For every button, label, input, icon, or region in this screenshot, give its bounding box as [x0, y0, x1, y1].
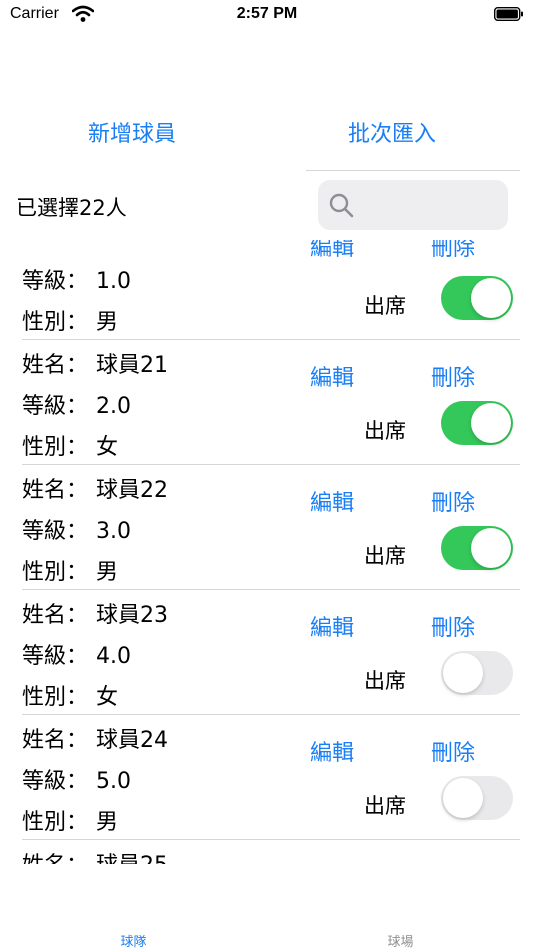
gender-label: 性別： — [22, 685, 89, 710]
player-gender: 性別： 女 — [22, 679, 118, 711]
status-time: 2:57 PM — [236, 5, 298, 22]
gender-value: 男 — [96, 310, 119, 335]
edit-button[interactable]: 編輯 — [310, 485, 354, 517]
toggle-knob — [471, 528, 511, 568]
status-bar: Carrier 2:57 PM — [0, 0, 534, 30]
delete-button[interactable]: 刪除 — [431, 240, 475, 262]
battery-icon — [494, 7, 523, 21]
attendance-toggle[interactable] — [441, 651, 513, 695]
toggle-knob — [443, 778, 483, 818]
gender-label: 性別： — [22, 810, 89, 835]
edit-button[interactable]: 編輯 — [310, 860, 354, 864]
level-value: 3.0 — [96, 519, 132, 544]
player-row: 姓名： 球員24 等級： 5.0 性別： 男 編輯 刪除 出席 — [0, 715, 534, 840]
player-row: 姓名： 球員25 編輯 刪除 — [0, 840, 534, 864]
player-level: 等級： 5.0 — [22, 763, 131, 795]
gender-value: 女 — [96, 685, 119, 710]
attendance-label: 出席 — [364, 794, 406, 818]
name-label: 姓名： — [22, 478, 89, 503]
player-gender: 性別： 男 — [22, 804, 118, 836]
level-value: 5.0 — [96, 769, 132, 794]
player-name: 姓名： 球員23 — [22, 597, 168, 629]
edit-button[interactable]: 編輯 — [310, 610, 354, 642]
attendance-toggle[interactable] — [441, 276, 513, 320]
player-level: 等級： 4.0 — [22, 638, 131, 670]
search-icon — [329, 193, 354, 218]
name-label: 姓名： — [22, 603, 89, 628]
delete-button[interactable]: 刪除 — [431, 735, 475, 767]
name-label: 姓名： — [22, 353, 89, 378]
player-name: 姓名： 球員22 — [22, 472, 168, 504]
name-value: 球員22 — [96, 478, 169, 503]
attendance-toggle[interactable] — [441, 401, 513, 445]
player-gender: 性別： 男 — [22, 304, 118, 336]
edit-button[interactable]: 編輯 — [310, 360, 354, 392]
divider — [306, 170, 520, 171]
tab-court[interactable]: 球場 — [267, 900, 534, 950]
player-row: 姓名： 球員23 等級： 4.0 性別： 女 編輯 刪除 出席 — [0, 590, 534, 715]
level-label: 等級： — [22, 394, 89, 419]
attendance-toggle[interactable] — [441, 776, 513, 820]
level-value: 4.0 — [96, 644, 132, 669]
player-row: 編輯 刪除 等級： 1.0 性別： 男 出席 — [0, 240, 534, 340]
batch-import-button[interactable]: 批次匯入 — [348, 116, 436, 148]
attendance-toggle[interactable] — [441, 526, 513, 570]
search-input[interactable] — [362, 180, 506, 232]
gender-label: 性別： — [22, 435, 89, 460]
edit-button[interactable]: 編輯 — [310, 240, 354, 262]
add-player-button[interactable]: 新增球員 — [88, 116, 176, 148]
player-row: 姓名： 球員22 等級： 3.0 性別： 男 編輯 刪除 出席 — [0, 465, 534, 590]
attendance-label: 出席 — [364, 669, 406, 693]
player-name: 姓名： 球員25 — [22, 847, 168, 864]
player-level: 等級： 2.0 — [22, 388, 131, 420]
gender-value: 男 — [96, 560, 119, 585]
delete-button[interactable]: 刪除 — [431, 360, 475, 392]
attendance-label: 出席 — [364, 544, 406, 568]
gender-value: 女 — [96, 435, 119, 460]
name-value: 球員21 — [96, 353, 169, 378]
delete-button[interactable]: 刪除 — [431, 610, 475, 642]
tab-court-label: 球場 — [387, 935, 414, 950]
delete-button[interactable]: 刪除 — [431, 485, 475, 517]
player-gender: 性別： 男 — [22, 554, 118, 586]
level-label: 等級： — [22, 519, 89, 544]
search-bar[interactable] — [318, 180, 508, 232]
name-value: 球員24 — [96, 728, 169, 753]
name-value: 球員23 — [96, 603, 169, 628]
level-label: 等級： — [22, 769, 89, 794]
player-name: 姓名： 球員21 — [22, 347, 168, 379]
player-name: 姓名： 球員24 — [22, 722, 168, 754]
name-value: 球員25 — [96, 853, 168, 864]
gender-label: 性別： — [22, 310, 89, 335]
toggle-knob — [443, 653, 483, 693]
name-label: 姓名： — [22, 853, 88, 864]
tab-team-label: 球隊 — [120, 935, 147, 950]
tab-team[interactable]: 球隊 — [0, 900, 267, 950]
gender-label: 性別： — [22, 560, 89, 585]
player-list[interactable]: 編輯 刪除 等級： 1.0 性別： 男 出席 姓名： 球員21 等級： 2.0 性別： 女… — [0, 240, 534, 864]
player-row: 姓名： 球員21 等級： 2.0 性別： 女 編輯 刪除 出席 — [0, 340, 534, 465]
attendance-label: 出席 — [364, 419, 406, 443]
player-level: 等級： 1.0 — [22, 263, 131, 295]
edit-button[interactable]: 編輯 — [310, 735, 354, 767]
toggle-knob — [471, 278, 511, 318]
level-label: 等級： — [22, 644, 89, 669]
player-level: 等級： 3.0 — [22, 513, 131, 545]
delete-button[interactable]: 刪除 — [431, 860, 475, 864]
level-value: 2.0 — [96, 394, 132, 419]
level-value: 1.0 — [96, 269, 132, 294]
player-gender: 性別： 女 — [22, 429, 118, 461]
name-label: 姓名： — [22, 728, 89, 753]
gender-value: 男 — [96, 810, 119, 835]
attendance-label: 出席 — [364, 294, 406, 318]
toggle-knob — [471, 403, 511, 443]
selected-count-label: 已選擇22人 — [16, 196, 127, 220]
tab-bar: 球隊 球場 — [0, 900, 534, 950]
level-label: 等級： — [22, 269, 89, 294]
